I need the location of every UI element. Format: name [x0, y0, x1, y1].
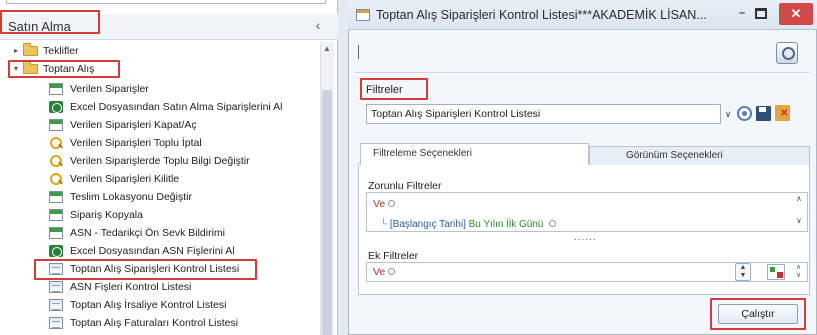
tree-item-siparis-kopyala[interactable]: Sipariş Kopyala	[0, 206, 320, 224]
add-condition-icon[interactable]	[388, 200, 396, 207]
tree-item-kilitle[interactable]: Verilen Siparişleri Kilitle	[0, 170, 320, 188]
tree-item-teklifler[interactable]: ▸ Teklifler	[0, 42, 320, 60]
toolbar-divider	[358, 45, 359, 59]
operator-label: Ve	[373, 266, 386, 278]
close-button[interactable]: ✕	[779, 3, 813, 25]
tree-item-kapat-ac[interactable]: Verilen Siparişleri Kapat/Aç	[0, 116, 320, 134]
settings-icon[interactable]	[737, 106, 752, 121]
tree-item-label: Toptan Alış İrsaliye Kontrol Listesi	[70, 299, 227, 311]
tree-item-irsaliye-kontrol[interactable]: Toptan Alış İrsaliye Kontrol Listesi	[0, 296, 320, 314]
tree-item-label: Verilen Siparişler	[70, 83, 149, 95]
chevron-down-icon[interactable]: ∨	[796, 216, 806, 226]
menu-search-input[interactable]	[6, 0, 326, 4]
chevron-down-icon[interactable]: ∨	[722, 106, 734, 122]
spinner-icon[interactable]: ▲ ▼	[735, 263, 751, 281]
search-icon	[49, 173, 63, 185]
tree-item-label: Verilen Siparişlerde Toplu Bilgi Değişti…	[70, 155, 250, 167]
expand-arrow-icon[interactable]: ▸	[12, 42, 20, 60]
highlight-filters-label	[360, 78, 428, 100]
highlight-kontrol-listesi	[34, 259, 257, 280]
report-icon	[49, 281, 63, 293]
remove-condition-icon[interactable]	[549, 220, 557, 227]
report-icon	[49, 299, 63, 311]
required-and-operator[interactable]: Ve	[373, 198, 396, 210]
window-icon	[356, 9, 370, 21]
tree-item-faturalar-kontrol[interactable]: Toptan Alış Faturaları Kontrol Listesi	[0, 314, 320, 332]
tree-item-label: Teklifler	[43, 45, 79, 57]
divider	[355, 72, 810, 73]
search-icon	[49, 155, 63, 167]
tree-item-label: Verilen Siparişleri Kapat/Aç	[70, 119, 197, 131]
tree-item-asn-on-sevk[interactable]: ASN - Tedarikçi Ön Sevk Bildirimi	[0, 224, 320, 242]
highlight-panel-title	[0, 10, 100, 34]
form-icon	[49, 191, 63, 203]
excel-icon	[49, 245, 63, 257]
extra-scroll-arrows[interactable]: ∧ ∨	[796, 264, 806, 280]
tree-item-label: ASN Fişleri Kontrol Listesi	[70, 281, 192, 293]
tree-item-excel-satin-alma[interactable]: Excel Dosyasından Satın Alma Siparişleri…	[0, 98, 320, 116]
menu-tree: ▸ Teklifler ▾ Toptan Alış Verilen Sipari…	[0, 42, 320, 335]
window-title: Toptan Alış Siparişleri Kontrol Listesi*…	[376, 8, 707, 22]
tree-connector: └	[380, 219, 388, 230]
condition-operator[interactable]: Bu Yılın İlk Günü	[469, 219, 544, 230]
highlight-run-button	[710, 298, 806, 330]
tab-filtreleme-secenekleri[interactable]: Filtreleme Seçenekleri	[360, 143, 589, 166]
add-condition-icon[interactable]	[388, 268, 396, 275]
scroll-up-icon[interactable]: ▲	[320, 42, 334, 56]
tree-item-toplu-iptal[interactable]: Verilen Siparişleri Toplu İptal	[0, 134, 320, 152]
tree-item-asn-fisleri-kontrol[interactable]: ASN Fişleri Kontrol Listesi	[0, 278, 320, 296]
tree-item-label: ASN - Tedarikçi Ön Sevk Bildirimi	[70, 227, 226, 239]
collapse-panel-button[interactable]: ‹	[310, 17, 326, 33]
operator-label: Ve	[373, 198, 386, 210]
tree-item-label: Verilen Siparişleri Kilitle	[70, 173, 180, 185]
extra-filters-label: Ek Filtreler	[368, 250, 419, 262]
tree-item-label: Excel Dosyasından ASN Fişlerini Al	[70, 245, 235, 257]
form-icon	[49, 119, 63, 131]
condition-field[interactable]: [Başlangıç Tarihi]	[390, 219, 466, 230]
tree-item-excel-asn[interactable]: Excel Dosyasından ASN Fişlerini Al	[0, 242, 320, 260]
filter-preset-value: Toptan Alış Siparişleri Kontrol Listesi	[371, 108, 541, 120]
highlight-toptan-alis	[8, 60, 120, 78]
tree-item-label: Verilen Siparişleri Toplu İptal	[70, 137, 202, 149]
scrollbar-thumb[interactable]	[322, 90, 332, 335]
required-condition[interactable]: └ [Başlangıç Tarihi] Bu Yılın İlk Günü	[380, 219, 557, 230]
tree-item-toplu-bilgi[interactable]: Verilen Siparişlerde Toplu Bilgi Değişti…	[0, 152, 320, 170]
report-icon	[49, 317, 63, 329]
save-icon[interactable]	[756, 106, 771, 121]
tree-item-label: Excel Dosyasından Satın Alma Siparişleri…	[70, 101, 283, 113]
form-icon	[49, 227, 63, 239]
minimize-button[interactable]: –	[733, 6, 751, 24]
folder-icon	[23, 43, 38, 56]
tree-item-label: Sipariş Kopyala	[70, 209, 143, 221]
search-icon	[49, 137, 63, 149]
chevron-up-icon[interactable]: ∧	[796, 194, 806, 204]
resize-grip[interactable]: ......	[574, 232, 597, 243]
form-icon	[49, 83, 63, 95]
tree-item-verilen-siparisler[interactable]: Verilen Siparişler	[0, 80, 320, 98]
tree-item-label: Toptan Alış Faturaları Kontrol Listesi	[70, 317, 239, 329]
extra-and-operator[interactable]: Ve	[373, 266, 396, 278]
form-icon	[49, 209, 63, 221]
tree-item-label: Teslim Lokasyonu Değiştir	[70, 191, 192, 203]
report-tool-icon[interactable]	[776, 42, 798, 64]
filter-builder-icon[interactable]	[767, 264, 785, 280]
tab-gorunum-secenekleri[interactable]: Görünüm Seçenekleri	[589, 146, 810, 165]
excel-icon	[49, 101, 63, 113]
maximize-button[interactable]	[755, 8, 767, 19]
delete-filter-icon[interactable]	[775, 105, 790, 121]
required-filters-label: Zorunlu Filtreler	[368, 180, 442, 192]
tree-item-teslim-lokasyonu[interactable]: Teslim Lokasyonu Değiştir	[0, 188, 320, 206]
